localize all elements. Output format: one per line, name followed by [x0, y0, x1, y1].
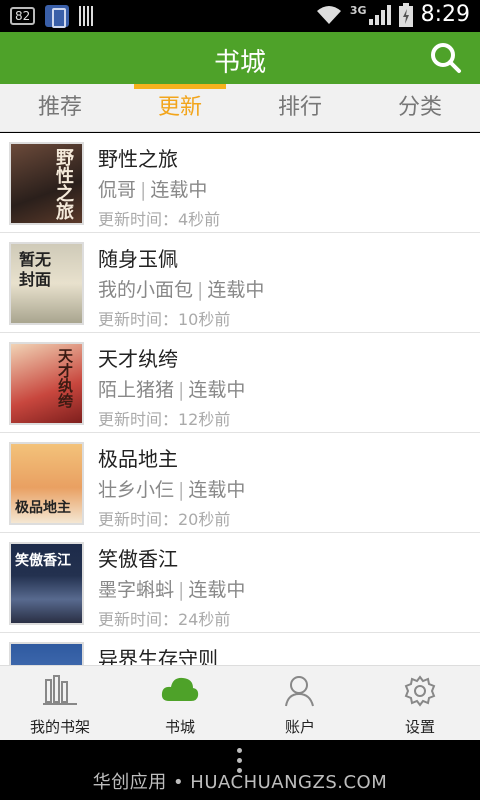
nav-bookstore[interactable]: 书城 [120, 666, 240, 740]
book-status: 连载中 [188, 579, 246, 601]
tab-categories[interactable]: 分类 [360, 84, 480, 131]
list-item[interactable]: 暂无封面 随身玉佩 我的小面包 | 连载中 更新时间：10秒前 [0, 233, 480, 333]
book-cover: 极品地主 [9, 442, 84, 525]
cloud-icon [161, 677, 199, 701]
tab-bar: 推荐 更新 排行 分类 [0, 84, 480, 132]
nav-account[interactable]: 账户 [240, 666, 360, 740]
book-status: 连载中 [188, 479, 246, 501]
book-meta: 侃哥 | 连载中 [98, 179, 208, 201]
book-meta: 陌上猪猪 | 连载中 [98, 379, 246, 401]
book-title: 野性之旅 [98, 147, 178, 171]
battery-icon [398, 2, 413, 27]
cover-text: 笑傲香江 [15, 553, 71, 569]
list-item[interactable]: 极品地主 极品地主 壮乡小仨 | 连载中 更新时间：20秒前 [0, 433, 480, 533]
book-cover: 野性之旅 [9, 142, 84, 225]
book-status: 连载中 [150, 179, 208, 201]
book-status: 连载中 [207, 279, 265, 301]
cover-text: 野性之旅 [53, 148, 74, 220]
notification-badge: 82 [10, 7, 36, 25]
book-title: 随身玉佩 [98, 247, 178, 271]
book-cover: 天才纨绔 [9, 342, 84, 425]
nav-label: 账户 [284, 718, 315, 736]
book-cover: 笑傲香江 [9, 542, 84, 625]
book-title: 极品地主 [98, 447, 178, 471]
book-meta: 壮乡小仨 | 连载中 [98, 479, 246, 501]
app-header: 书城 [0, 32, 480, 84]
tab-ranking[interactable]: 排行 [240, 84, 360, 131]
book-title: 异界生存守则 [98, 647, 218, 665]
search-icon [431, 43, 461, 73]
cover-text: 暂无封面 [19, 250, 52, 289]
cover-text: 天才纨绔 [56, 348, 74, 408]
nav-bookshelf[interactable]: 我的书架 [0, 666, 120, 740]
list-item[interactable]: 异界生存守则 [0, 633, 480, 665]
book-list: 野性之旅 野性之旅 侃哥 | 连载中 更新时间：4秒前 暂无封面 随身玉佩 我的小面… [0, 133, 480, 665]
book-author: 墨字蝌蚪 [98, 579, 175, 601]
bookshelf-icon [43, 675, 77, 705]
cover-text: 极品地主 [15, 500, 71, 516]
tab-recommend[interactable]: 推荐 [0, 84, 120, 131]
wifi-icon [316, 5, 341, 24]
book-author: 陌上猪猪 [98, 379, 175, 401]
update-time: 更新时间：20秒前 [98, 510, 231, 529]
book-cover [9, 642, 84, 665]
bottom-nav: 我的书架 书城 账户 设置 [0, 665, 480, 740]
user-icon [285, 676, 314, 707]
search-button[interactable] [430, 42, 462, 74]
gear-icon [404, 675, 436, 707]
book-author: 我的小面包 [98, 279, 194, 301]
network-type: 3G [349, 4, 367, 17]
barcode-icon [79, 6, 96, 26]
book-author: 侃哥 [98, 179, 137, 201]
nav-label: 我的书架 [29, 718, 90, 736]
status-bar: 82 3G 8:29 [0, 0, 480, 32]
update-time: 更新时间：24秒前 [98, 610, 231, 629]
list-item[interactable]: 野性之旅 野性之旅 侃哥 | 连载中 更新时间：4秒前 [0, 133, 480, 233]
watermark: 华创应用 • HUACHUANGZS.COM [92, 772, 388, 793]
book-status: 连载中 [188, 379, 246, 401]
nav-settings[interactable]: 设置 [360, 666, 480, 740]
phone-icon [45, 5, 70, 28]
update-time: 更新时间：4秒前 [98, 210, 221, 229]
system-bar: 华创应用 • HUACHUANGZS.COM [0, 740, 480, 800]
page-title: 书城 [213, 48, 266, 78]
nav-label: 设置 [404, 718, 435, 736]
book-meta: 墨字蝌蚪 | 连载中 [98, 579, 246, 601]
book-cover: 暂无封面 [9, 242, 84, 325]
book-title: 天才纨绔 [98, 347, 178, 371]
list-item[interactable]: 笑傲香江 笑傲香江 墨字蝌蚪 | 连载中 更新时间：24秒前 [0, 533, 480, 633]
list-item[interactable]: 天才纨绔 天才纨绔 陌上猪猪 | 连载中 更新时间：12秒前 [0, 333, 480, 433]
clock: 8:29 [420, 2, 470, 27]
book-author: 壮乡小仨 [98, 479, 175, 501]
update-time: 更新时间：12秒前 [98, 410, 231, 429]
nav-label: 书城 [164, 718, 195, 736]
book-title: 笑傲香江 [98, 547, 178, 571]
book-meta: 我的小面包 | 连载中 [98, 279, 265, 301]
update-time: 更新时间：10秒前 [98, 310, 231, 329]
tab-updates[interactable]: 更新 [120, 84, 240, 131]
signal-icon [368, 4, 391, 25]
